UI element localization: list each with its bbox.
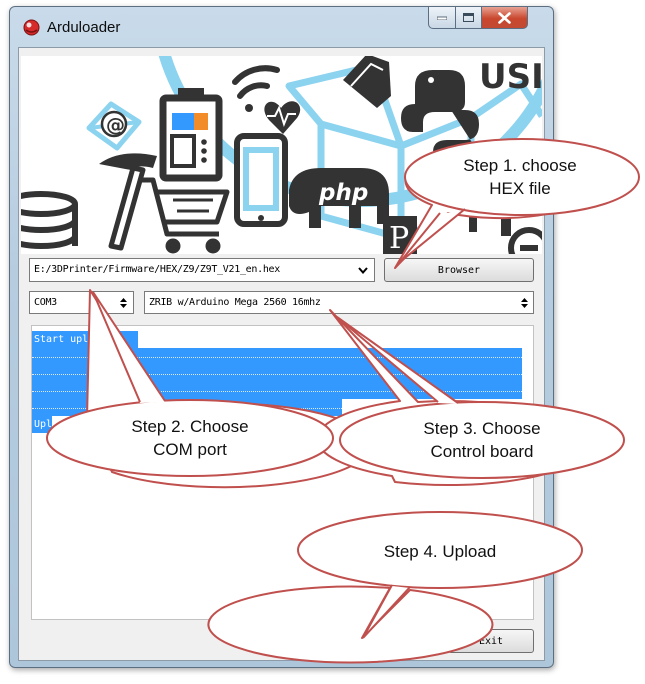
- com-port-select[interactable]: COM3: [29, 291, 134, 314]
- minus-circle-icon: [508, 227, 542, 254]
- svg-text:P: P: [389, 221, 409, 254]
- arduloader-window: Arduloader @ php P USI E:/3DPrinter/Firm…: [9, 6, 554, 668]
- chevron-down-icon[interactable]: [354, 261, 372, 279]
- close-button[interactable]: [481, 7, 528, 29]
- upload-button-label: Upload: [375, 635, 412, 647]
- exit-button[interactable]: Exit: [448, 629, 534, 653]
- phone-icon: [234, 133, 288, 227]
- upload-button[interactable]: Upload: [346, 629, 441, 653]
- callout-step3-text: Step 3. Choose Control board: [423, 419, 541, 461]
- browse-button-label: Browser: [437, 264, 481, 276]
- browse-button[interactable]: Browser: [384, 258, 534, 282]
- close-icon: [482, 7, 527, 28]
- upload-log[interactable]: Start uploading Upl: [31, 325, 534, 620]
- hex-file-path: E:/3DPrinter/Firmware/HEX/Z9/Z9T_V21_en.…: [34, 264, 280, 275]
- up-down-arrows-icon: [515, 294, 533, 312]
- svg-text:USI: USI: [479, 57, 542, 97]
- minimize-icon: [429, 7, 455, 28]
- callout-step1-text: Step 1. choose HEX file: [463, 156, 577, 198]
- callout-step4-text: Step 4. Upload: [383, 542, 497, 561]
- database-icon: [21, 191, 78, 249]
- heart-icon: [264, 101, 301, 134]
- log-line-start: Start uploading: [32, 331, 138, 348]
- log-line-upload: Upl: [32, 416, 52, 433]
- up-down-arrows-icon: [114, 294, 132, 312]
- minimize-button[interactable]: [428, 7, 456, 29]
- svg-text:@: @: [106, 114, 125, 136]
- document-icon: [159, 88, 223, 182]
- exit-button-label: Exit: [478, 635, 504, 647]
- board-select[interactable]: ZRIB w/Arduino Mega 2560 16mhz: [144, 291, 534, 314]
- board-value: ZRIB w/Arduino Mega 2560 16mhz: [149, 297, 321, 308]
- hammer-icon: [99, 153, 157, 251]
- title-bar[interactable]: Arduloader: [10, 7, 553, 47]
- callout-step2-text: Step 2. Choose COM port: [131, 417, 249, 459]
- maximize-button[interactable]: [455, 7, 482, 29]
- maximize-icon: [456, 7, 481, 28]
- arduloader-app-icon: [23, 19, 40, 36]
- window-title: Arduloader: [47, 19, 121, 36]
- svg-text:php: php: [318, 180, 368, 206]
- hex-file-combobox[interactable]: E:/3DPrinter/Firmware/HEX/Z9/Z9T_V21_en.…: [29, 258, 375, 282]
- client-area: @ php P USI E:/3DPrinter/Firmware/HEX/Z9…: [18, 47, 545, 661]
- cart-icon: [139, 177, 230, 254]
- com-port-value: COM3: [34, 297, 57, 308]
